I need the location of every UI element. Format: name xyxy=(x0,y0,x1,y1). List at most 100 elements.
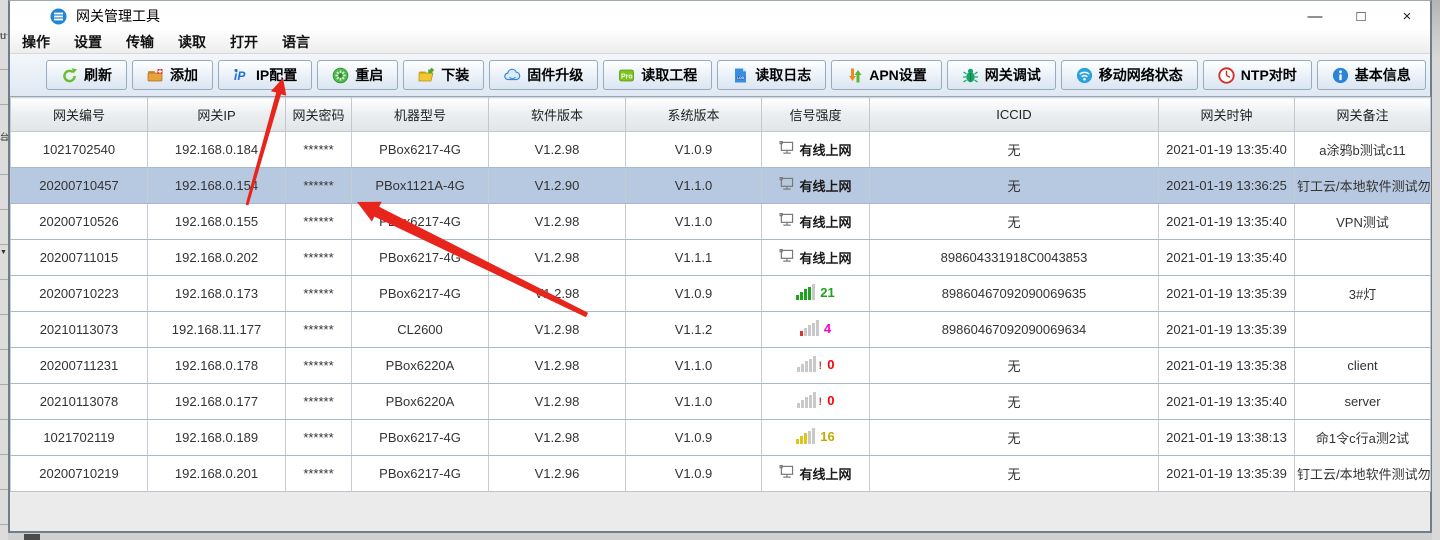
cell-signal: 有线上网 xyxy=(762,168,870,204)
cell-sw: V1.2.90 xyxy=(489,168,626,204)
mobile-network-icon xyxy=(1076,67,1093,84)
toolbar-button-label: 网关调试 xyxy=(985,65,1041,85)
minimize-button[interactable]: — xyxy=(1292,1,1338,31)
basic-info-icon xyxy=(1332,67,1349,84)
restart-icon xyxy=(332,67,349,84)
menu-bar: 操作设置传输读取打开语言 xyxy=(10,31,1430,54)
wired-monitor-icon xyxy=(779,249,794,266)
gateway-table-wrap: 网关编号网关IP网关密码机器型号软件版本系统版本信号强度ICCID网关时钟网关备… xyxy=(10,97,1430,492)
signal-bars-icon xyxy=(797,356,816,372)
gateway-row-20200711015[interactable]: 20200711015192.168.0.202******PBox6217-4… xyxy=(11,240,1431,276)
gateway-table: 网关编号网关IP网关密码机器型号软件版本系统版本信号强度ICCID网关时钟网关备… xyxy=(10,97,1431,492)
cell-pwd: ****** xyxy=(286,168,352,204)
column-header-pwd: 网关密码 xyxy=(286,98,352,132)
cell-pwd: ****** xyxy=(286,276,352,312)
gateway-row-1021702119[interactable]: 1021702119192.168.0.189******PBox6217-4G… xyxy=(11,420,1431,456)
gateway-row-20200710223[interactable]: 20200710223192.168.0.173******PBox6217-4… xyxy=(11,276,1431,312)
column-header-clock: 网关时钟 xyxy=(1159,98,1295,132)
cell-iccid: 无 xyxy=(870,168,1159,204)
cell-os: V1.0.9 xyxy=(626,132,762,168)
cell-sw: V1.2.96 xyxy=(489,456,626,492)
toolbar-button-label: 固件升级 xyxy=(527,65,583,85)
cell-iccid: 无 xyxy=(870,420,1159,456)
cell-signal: !0 xyxy=(762,348,870,384)
cell-iccid: 无 xyxy=(870,132,1159,168)
background-window-right-strip xyxy=(1432,0,1440,540)
cell-id: 20200710457 xyxy=(11,168,148,204)
column-header-id: 网关编号 xyxy=(11,98,148,132)
toolbar-button-gateway-debug[interactable]: 网关调试 xyxy=(947,60,1056,90)
cell-sw: V1.2.98 xyxy=(489,204,626,240)
menu-item-4[interactable]: 读取 xyxy=(171,32,213,52)
gateway-debug-icon xyxy=(962,67,979,84)
add-icon xyxy=(147,67,164,84)
cell-model: PBox1121A-4G xyxy=(352,168,489,204)
signal-strength-indicator: 21 xyxy=(796,284,834,300)
wired-network-label: 有线上网 xyxy=(799,464,851,483)
cell-sw: V1.2.98 xyxy=(489,384,626,420)
toolbar-button-mobile-network[interactable]: 移动网络状态 xyxy=(1061,60,1198,90)
gateway-row-20200711231[interactable]: 20200711231192.168.0.178******PBox6220AV… xyxy=(11,348,1431,384)
toolbar-button-apn-settings[interactable]: APN设置 xyxy=(831,60,942,90)
table-body: 1021702540192.168.0.184******PBox6217-4G… xyxy=(11,132,1431,492)
cell-id: 20210113078 xyxy=(11,384,148,420)
toolbar-button-restart[interactable]: 重启 xyxy=(317,60,398,90)
cell-model: PBox6217-4G xyxy=(352,420,489,456)
cell-iccid: 无 xyxy=(870,204,1159,240)
gateway-row-20200710219[interactable]: 20200710219192.168.0.201******PBox6217-4… xyxy=(11,456,1431,492)
menu-item-6[interactable]: 语言 xyxy=(275,32,317,52)
cell-model: PBox6217-4G xyxy=(352,456,489,492)
signal-strength-indicator: 16 xyxy=(796,428,834,444)
toolbar-button-read-project[interactable]: Pro读取工程 xyxy=(603,60,712,90)
close-button[interactable]: × xyxy=(1384,1,1430,31)
cell-id: 20210113073 xyxy=(11,312,148,348)
column-header-iccid: ICCID xyxy=(870,98,1159,132)
cell-sw: V1.2.98 xyxy=(489,240,626,276)
toolbar-button-basic-info[interactable]: 基本信息 xyxy=(1317,60,1426,90)
cell-iccid: 89860467092090069635 xyxy=(870,276,1159,312)
column-header-sw: 软件版本 xyxy=(489,98,626,132)
gateway-row-20210113073[interactable]: 20210113073192.168.11.177******CL2600V1.… xyxy=(11,312,1431,348)
toolbar-button-refresh[interactable]: 刷新 xyxy=(46,60,127,90)
cell-clock: 2021-01-19 13:35:40 xyxy=(1159,240,1295,276)
toolbar-button-ntp-sync[interactable]: NTP对时 xyxy=(1203,60,1312,90)
toolbar-button-label: 读取日志 xyxy=(755,65,811,85)
firmware-upgrade-icon xyxy=(504,67,521,84)
cell-pwd: ****** xyxy=(286,384,352,420)
svg-text:Pro: Pro xyxy=(621,73,633,80)
cell-model: CL2600 xyxy=(352,312,489,348)
cell-clock: 2021-01-19 13:35:39 xyxy=(1159,456,1295,492)
toolbar-button-ip-config[interactable]: iPIP配置 xyxy=(218,60,312,90)
cell-pwd: ****** xyxy=(286,456,352,492)
cell-model: PBox6217-4G xyxy=(352,132,489,168)
gateway-row-20200710526[interactable]: 20200710526192.168.0.155******PBox6217-4… xyxy=(11,204,1431,240)
wired-network-indicator: 有线上网 xyxy=(779,176,851,195)
cell-model: PBox6220A xyxy=(352,348,489,384)
cell-id: 20200711015 xyxy=(11,240,148,276)
cell-signal: 有线上网 xyxy=(762,132,870,168)
cell-iccid: 89860467092090069634 xyxy=(870,312,1159,348)
toolbar-button-add[interactable]: 添加 xyxy=(132,60,213,90)
signal-strength-indicator: 4 xyxy=(800,320,831,336)
toolbar-button-read-log[interactable]: LOG读取日志 xyxy=(717,60,826,90)
cell-os: V1.1.0 xyxy=(626,348,762,384)
cell-signal: 16 xyxy=(762,420,870,456)
cell-signal: 21 xyxy=(762,276,870,312)
gateway-row-20210113078[interactable]: 20210113078192.168.0.177******PBox6220AV… xyxy=(11,384,1431,420)
toolbar-button-download[interactable]: 下装 xyxy=(403,60,484,90)
gateway-row-20200710457-selected[interactable]: 20200710457192.168.0.154******PBox1121A-… xyxy=(11,168,1431,204)
cell-iccid: 无 xyxy=(870,348,1159,384)
ip-config-icon: iP xyxy=(233,67,250,84)
cell-id: 1021702119 xyxy=(11,420,148,456)
menu-item-3[interactable]: 传输 xyxy=(119,32,161,52)
signal-alert-mark: ! xyxy=(819,360,823,372)
toolbar-button-firmware-upgrade[interactable]: 固件升级 xyxy=(489,60,598,90)
menu-item-2[interactable]: 设置 xyxy=(67,32,109,52)
menu-item-1[interactable]: 操作 xyxy=(15,32,57,52)
toolbar: 刷新添加iPIP配置重启下装 固件升级 Pro读取工程LOG读取日志APN设置 网关调… xyxy=(10,54,1430,97)
cell-remark: 3#灯 xyxy=(1295,276,1431,312)
menu-item-5[interactable]: 打开 xyxy=(223,32,265,52)
gateway-row-1021702540[interactable]: 1021702540192.168.0.184******PBox6217-4G… xyxy=(11,132,1431,168)
cell-os: V1.1.0 xyxy=(626,204,762,240)
maximize-button[interactable]: □ xyxy=(1338,1,1384,31)
